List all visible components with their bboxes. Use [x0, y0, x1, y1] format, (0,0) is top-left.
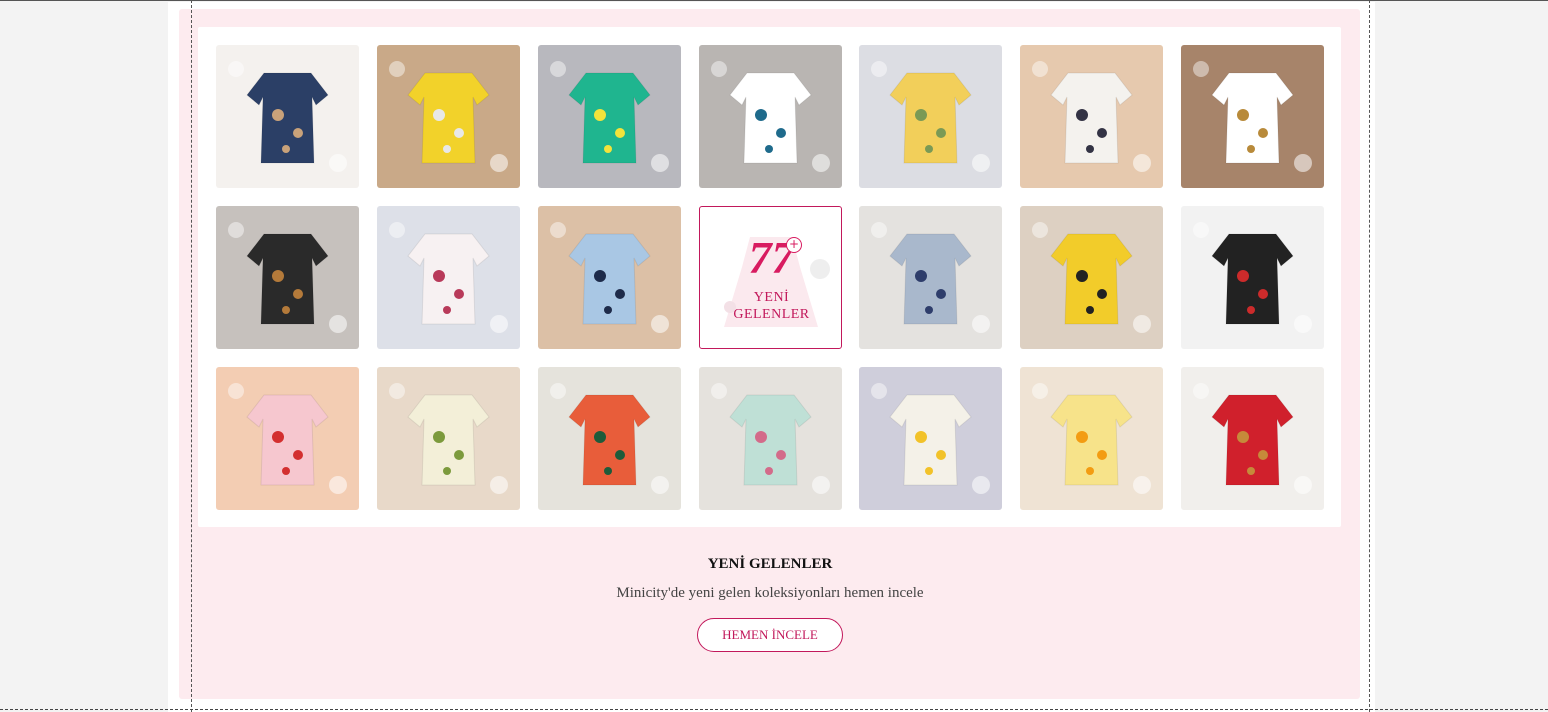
guide-line-left [191, 0, 192, 712]
bottom-border [0, 709, 1548, 710]
section-title: YENİ GELENLER [707, 556, 833, 572]
clothing-image [377, 367, 520, 510]
top-border [0, 0, 1548, 1]
product-image-blue-stripe-romper[interactable] [538, 206, 681, 349]
product-image-not-interested-set[interactable] [538, 45, 681, 188]
product-image-elephant-hoodie-set[interactable] [1020, 206, 1163, 349]
product-image-floral-top-green-shorts[interactable] [538, 367, 681, 510]
clothing-image [377, 206, 520, 349]
product-image-milestone-blanket[interactable] [1181, 206, 1324, 349]
promo-caption-line1: YENİ [753, 290, 790, 305]
clothing-image [216, 367, 359, 510]
product-image-lemon-floral-romper[interactable] [377, 367, 520, 510]
product-image-yellow-dot-dress[interactable] [377, 45, 520, 188]
new-arrivals-promo-tile[interactable]: 77 + YENİ GELENLER [699, 206, 842, 349]
clothing-image [216, 206, 359, 349]
clothing-image [859, 206, 1002, 349]
section-subtitle: Minicity'de yeni gelen koleksiyonları he… [616, 585, 924, 601]
clothing-image [216, 45, 359, 188]
clothing-image [538, 45, 681, 188]
product-image-mint-floral-romper[interactable] [699, 367, 842, 510]
clothing-image [1020, 206, 1163, 349]
clothing-image [699, 367, 842, 510]
clothing-image [699, 45, 842, 188]
clothing-image [377, 45, 520, 188]
promo-caption-line2: GELENLER [733, 307, 810, 322]
explore-button[interactable]: HEMEN İNCELE [697, 618, 843, 652]
product-image-striped-fox-set[interactable] [216, 206, 359, 349]
product-image-bee-stripe-overall[interactable] [859, 367, 1002, 510]
clothing-image [859, 45, 1002, 188]
product-image-denim-dog-overall[interactable] [216, 45, 359, 188]
clothing-image [538, 367, 681, 510]
product-image-i-love-mom-bodysuit[interactable] [216, 367, 359, 510]
product-image-sunflower-romper[interactable] [1020, 367, 1163, 510]
product-image-happy-birthday-bodysuit[interactable] [699, 45, 842, 188]
clothing-image [1181, 206, 1324, 349]
clothing-image [1020, 367, 1163, 510]
product-image-red-floral-dress[interactable] [1181, 367, 1324, 510]
product-image-little-miss-sassy-set[interactable] [859, 45, 1002, 188]
clothing-image [1181, 45, 1324, 188]
clothing-image [1181, 367, 1324, 510]
product-image-gentleman-romper[interactable] [1020, 45, 1163, 188]
clothing-image [859, 367, 1002, 510]
product-image-rose-print-jumpsuit[interactable] [377, 206, 520, 349]
product-image-floral-pants-set[interactable] [1181, 45, 1324, 188]
product-image-blue-floral-romper[interactable] [859, 206, 1002, 349]
clothing-image [538, 206, 681, 349]
guide-line-right [1369, 0, 1370, 712]
plus-icon: + [786, 237, 802, 253]
promo-number: 77 [748, 232, 795, 283]
clothing-image [1020, 45, 1163, 188]
